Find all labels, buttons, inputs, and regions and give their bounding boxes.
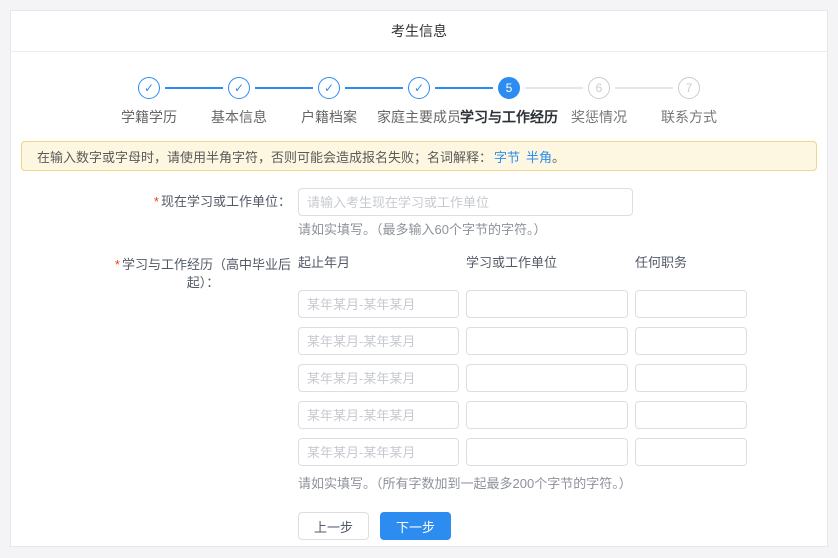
step-number: 7 xyxy=(686,81,693,95)
prev-step-button[interactable]: 上一步 xyxy=(298,512,369,540)
check-icon: ✓ xyxy=(324,81,334,95)
history-column-headers: 起止年月 学习或工作单位 任何职务 xyxy=(298,254,827,272)
halfwidth-definition-link[interactable]: 半角 xyxy=(526,147,552,166)
notice-suffix: 。 xyxy=(552,147,565,166)
step-label: 联系方式 xyxy=(661,107,717,127)
duty-input-1[interactable] xyxy=(635,290,747,318)
unit-input-5[interactable] xyxy=(466,438,628,466)
step-school-record[interactable]: ✓ 学籍学历 xyxy=(104,77,194,127)
halfwidth-notice-banner: 在输入数字或字母时，请使用半角字符，否则可能会造成报名失败；名词解释：字节半角。 xyxy=(21,141,817,171)
step-rewards-punishments[interactable]: 6 奖惩情况 xyxy=(554,77,644,127)
step-circle-wait: 7 xyxy=(678,77,700,99)
notice-text: 在输入数字或字母时，请使用半角字符，否则可能会造成报名失败；名词解释： xyxy=(37,147,492,166)
candidate-info-card: 考生信息 ✓ 学籍学历 ✓ 基本信息 ✓ 户籍档案 ✓ 家庭主要成员 5 学习与… xyxy=(10,10,828,547)
step-family-members[interactable]: ✓ 家庭主要成员 xyxy=(374,77,464,127)
step-number: 5 xyxy=(506,81,513,95)
next-step-button[interactable]: 下一步 xyxy=(380,512,451,540)
page-title-bar: 考生信息 xyxy=(11,11,827,52)
unit-input-1[interactable] xyxy=(466,290,628,318)
duty-input-3[interactable] xyxy=(635,364,747,392)
byte-definition-link[interactable]: 字节 xyxy=(494,147,520,166)
step-circle-current: 5 xyxy=(498,77,520,99)
wizard-stepper: ✓ 学籍学历 ✓ 基本信息 ✓ 户籍档案 ✓ 家庭主要成员 5 学习与工作经历 … xyxy=(11,77,827,127)
duty-input-2[interactable] xyxy=(635,327,747,355)
step-circle-done: ✓ xyxy=(228,77,250,99)
step-circle-wait: 6 xyxy=(588,77,610,99)
history-row-1 xyxy=(298,290,827,318)
unit-input-2[interactable] xyxy=(466,327,628,355)
column-header-duty: 任何职务 xyxy=(635,254,747,272)
current-unit-label: *现在学习或工作单位： xyxy=(11,188,291,216)
period-input-1[interactable] xyxy=(298,290,459,318)
step-circle-done: ✓ xyxy=(318,77,340,99)
page-title: 考生信息 xyxy=(391,21,447,41)
period-input-4[interactable] xyxy=(298,401,459,429)
step-study-work-history[interactable]: 5 学习与工作经历 xyxy=(464,77,554,127)
check-icon: ✓ xyxy=(414,81,424,95)
wizard-buttons: 上一步 下一步 xyxy=(298,512,827,540)
step-contact-info[interactable]: 7 联系方式 xyxy=(644,77,734,127)
period-input-3[interactable] xyxy=(298,364,459,392)
required-marker: * xyxy=(115,257,120,272)
history-help: 请如实填写。（所有字数加到一起最多200个字节的字符。） xyxy=(298,475,827,493)
step-circle-done: ✓ xyxy=(138,77,160,99)
duty-input-4[interactable] xyxy=(635,401,747,429)
duty-input-5[interactable] xyxy=(635,438,747,466)
check-icon: ✓ xyxy=(144,81,154,95)
step-label: 学籍学历 xyxy=(121,107,177,127)
history-label: *学习与工作经历（高中毕业后 起）： xyxy=(11,254,291,292)
required-marker: * xyxy=(154,194,159,209)
history-section: *学习与工作经历（高中毕业后 起）： 起止年月 学习或工作单位 任何职务 xyxy=(11,254,827,540)
history-row-5 xyxy=(298,438,827,466)
column-header-period: 起止年月 xyxy=(298,254,459,272)
history-row-4 xyxy=(298,401,827,429)
history-row-3 xyxy=(298,364,827,392)
period-input-2[interactable] xyxy=(298,327,459,355)
step-label: 基本信息 xyxy=(211,107,267,127)
column-header-unit: 学习或工作单位 xyxy=(466,254,628,272)
step-label: 户籍档案 xyxy=(301,107,357,127)
step-label: 学习与工作经历 xyxy=(460,107,558,127)
step-label: 家庭主要成员 xyxy=(377,107,461,127)
step-basic-info[interactable]: ✓ 基本信息 xyxy=(194,77,284,127)
step-household-archive[interactable]: ✓ 户籍档案 xyxy=(284,77,374,127)
step-label: 奖惩情况 xyxy=(571,107,627,127)
step-number: 6 xyxy=(596,81,603,95)
step-circle-done: ✓ xyxy=(408,77,430,99)
current-unit-help: 请如实填写。（最多输入60个字节的字符。） xyxy=(298,221,827,239)
check-icon: ✓ xyxy=(234,81,244,95)
history-row-2 xyxy=(298,327,827,355)
current-unit-row: *现在学习或工作单位： 请如实填写。（最多输入60个字节的字符。） xyxy=(11,188,827,239)
unit-input-4[interactable] xyxy=(466,401,628,429)
period-input-5[interactable] xyxy=(298,438,459,466)
unit-input-3[interactable] xyxy=(466,364,628,392)
current-unit-input[interactable] xyxy=(298,188,633,216)
candidate-form: *现在学习或工作单位： 请如实填写。（最多输入60个字节的字符。） *学习与工作… xyxy=(11,188,827,540)
